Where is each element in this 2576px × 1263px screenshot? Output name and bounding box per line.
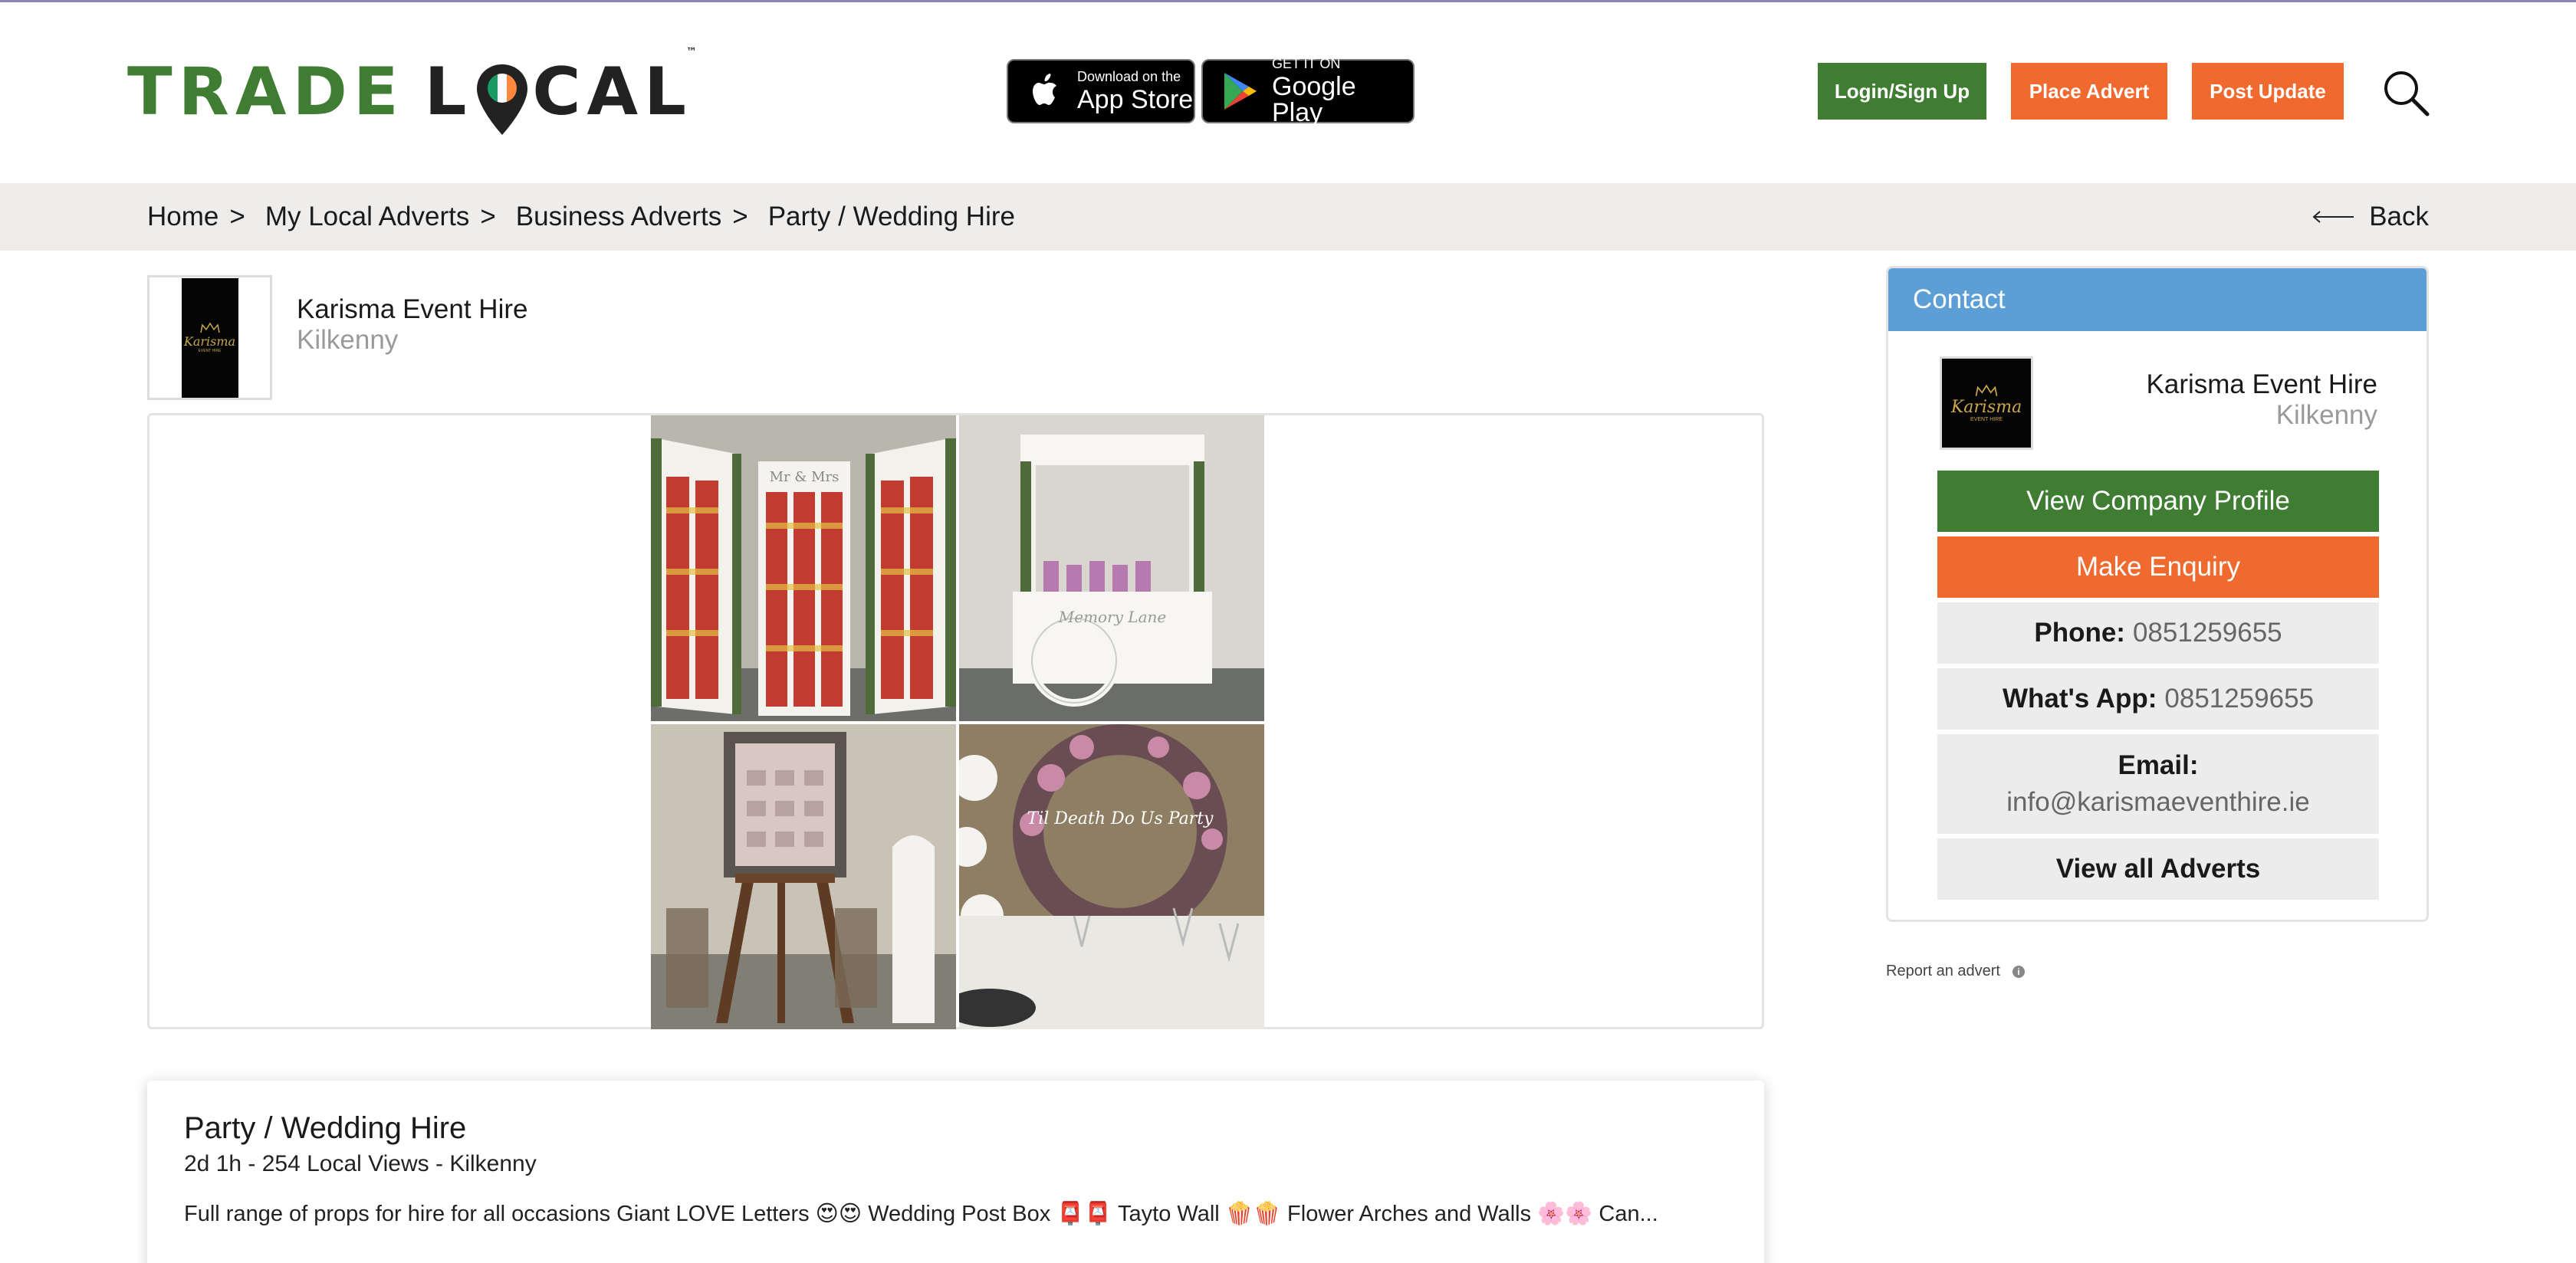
phone-label: Phone:: [2034, 618, 2125, 648]
email-label: Email:: [2118, 750, 2199, 780]
business-logo-thumbnail[interactable]: Karisma EVENT HIRE: [147, 275, 272, 400]
whatsapp-row[interactable]: What's App: 0851259655: [1937, 668, 2379, 730]
contact-header: Contact: [1888, 268, 2426, 331]
logo-text: Karisma: [183, 334, 236, 349]
crown-icon: [199, 322, 220, 333]
tayto-wall-image: Mr & Mrs: [651, 415, 956, 721]
photo-gallery: Mr & Mrs Memory Lane Til Death Do Us Par…: [147, 413, 1764, 1029]
wall-banner-text: Mr & Mrs: [770, 469, 840, 485]
advert-detail-card: Party / Wedding Hire 2d 1h - 254 Local V…: [147, 1081, 1764, 1263]
contact-panel: Contact Karisma EVENT HIRE Karisma Event…: [1886, 266, 2429, 922]
google-play-small-text: GET IT ON: [1272, 56, 1341, 71]
logo-word-local: L CAL ™: [424, 47, 697, 135]
gallery-photo-tayto-wall[interactable]: Mr & Mrs: [651, 415, 956, 721]
business-name[interactable]: Karisma Event Hire: [297, 294, 527, 325]
report-advert-link[interactable]: Report an advert i: [1886, 963, 2025, 980]
logo-letters-cal: CAL: [532, 54, 692, 130]
search-icon[interactable]: [2381, 68, 2430, 117]
google-play-button[interactable]: GET IT ON Google Play: [1201, 56, 1414, 127]
email-value: info@karismaeventhire.ie: [2006, 787, 2310, 817]
gallery-photo-table-plan[interactable]: [651, 724, 956, 1029]
app-store-small-text: Download on the: [1077, 69, 1181, 84]
place-advert-button[interactable]: Place Advert: [2011, 63, 2167, 120]
breadcrumb-bar: Home > My Local Adverts > Business Adver…: [0, 183, 2576, 251]
make-enquiry-button[interactable]: Make Enquiry: [1937, 536, 2379, 598]
breadcrumb-separator: >: [229, 202, 245, 231]
phone-value: 0851259655: [2132, 618, 2282, 648]
view-all-adverts-button[interactable]: View all Adverts: [1937, 838, 2379, 900]
gallery-photo-flower-arch[interactable]: Til Death Do Us Party: [959, 724, 1264, 1029]
app-store-big-text: App Store: [1077, 85, 1194, 114]
email-row[interactable]: Email: info@karismaeventhire.ie: [1937, 734, 2379, 834]
app-store-button[interactable]: Download on the App Store: [1007, 59, 1195, 123]
view-company-profile-button[interactable]: View Company Profile: [1937, 471, 2379, 532]
logo-letter-l: L: [424, 54, 473, 130]
site-header: TRADE L CAL ™ Download on the App Store: [0, 2, 2576, 183]
neon-sign-text: Til Death Do Us Party: [1027, 809, 1214, 828]
logo-text: Karisma: [1950, 398, 2022, 417]
crown-icon: [1975, 384, 1998, 396]
post-update-button[interactable]: Post Update: [2192, 63, 2344, 120]
breadcrumb-separator: >: [732, 202, 748, 231]
table-plan-image: [651, 724, 956, 1029]
breadcrumb-separator: >: [480, 202, 496, 231]
logo-word-trade: TRADE: [127, 54, 405, 130]
breadcrumb: Home > My Local Adverts > Business Adver…: [147, 183, 1026, 251]
trademark-symbol: ™: [685, 46, 703, 58]
location-pin-icon: [477, 64, 528, 135]
gallery-photo-candy-cart[interactable]: Memory Lane: [959, 415, 1264, 721]
advert-title: Party / Wedding Hire: [184, 1111, 467, 1145]
contact-business-logo[interactable]: Karisma EVENT HIRE: [1940, 356, 2033, 450]
breadcrumb-current: Party / Wedding Hire: [767, 202, 1015, 231]
advert-description: Full range of props for hire for all occ…: [184, 1202, 1658, 1226]
phone-row[interactable]: Phone: 0851259655: [1937, 602, 2379, 664]
back-link[interactable]: Back: [2311, 183, 2429, 251]
trade-local-logo[interactable]: TRADE L CAL ™: [127, 47, 697, 135]
business-location: Kilkenny: [297, 325, 399, 355]
karisma-logo-image: Karisma EVENT HIRE: [181, 277, 238, 398]
contact-business-name: Karisma Event Hire: [2146, 369, 2377, 399]
google-play-big-text: Google Play: [1272, 72, 1356, 127]
cart-sign-text: Memory Lane: [1058, 608, 1166, 626]
breadcrumb-business-adverts[interactable]: Business Adverts: [516, 202, 721, 232]
report-label: Report an advert: [1886, 963, 2000, 979]
arrow-left-icon: [2312, 211, 2354, 223]
advert-meta: 2d 1h - 254 Local Views - Kilkenny: [184, 1151, 537, 1176]
contact-business-location: Kilkenny: [2275, 400, 2377, 430]
flower-arch-image: Til Death Do Us Party: [959, 724, 1264, 1029]
logo-subtext: EVENT HIRE: [1970, 417, 2003, 422]
breadcrumb-my-local-adverts[interactable]: My Local Adverts: [265, 202, 470, 232]
logo-subtext: EVENT HIRE: [198, 349, 222, 353]
whatsapp-label: What's App:: [2002, 684, 2157, 714]
breadcrumb-home[interactable]: Home: [147, 202, 219, 232]
google-play-icon: [1224, 73, 1257, 110]
candy-cart-image: Memory Lane: [959, 415, 1264, 721]
info-icon: i: [2012, 965, 2025, 978]
whatsapp-value: 0851259655: [2164, 684, 2315, 714]
back-label: Back: [2369, 202, 2429, 231]
login-signup-button[interactable]: Login/Sign Up: [1818, 63, 1986, 120]
apple-icon: [1033, 74, 1056, 105]
